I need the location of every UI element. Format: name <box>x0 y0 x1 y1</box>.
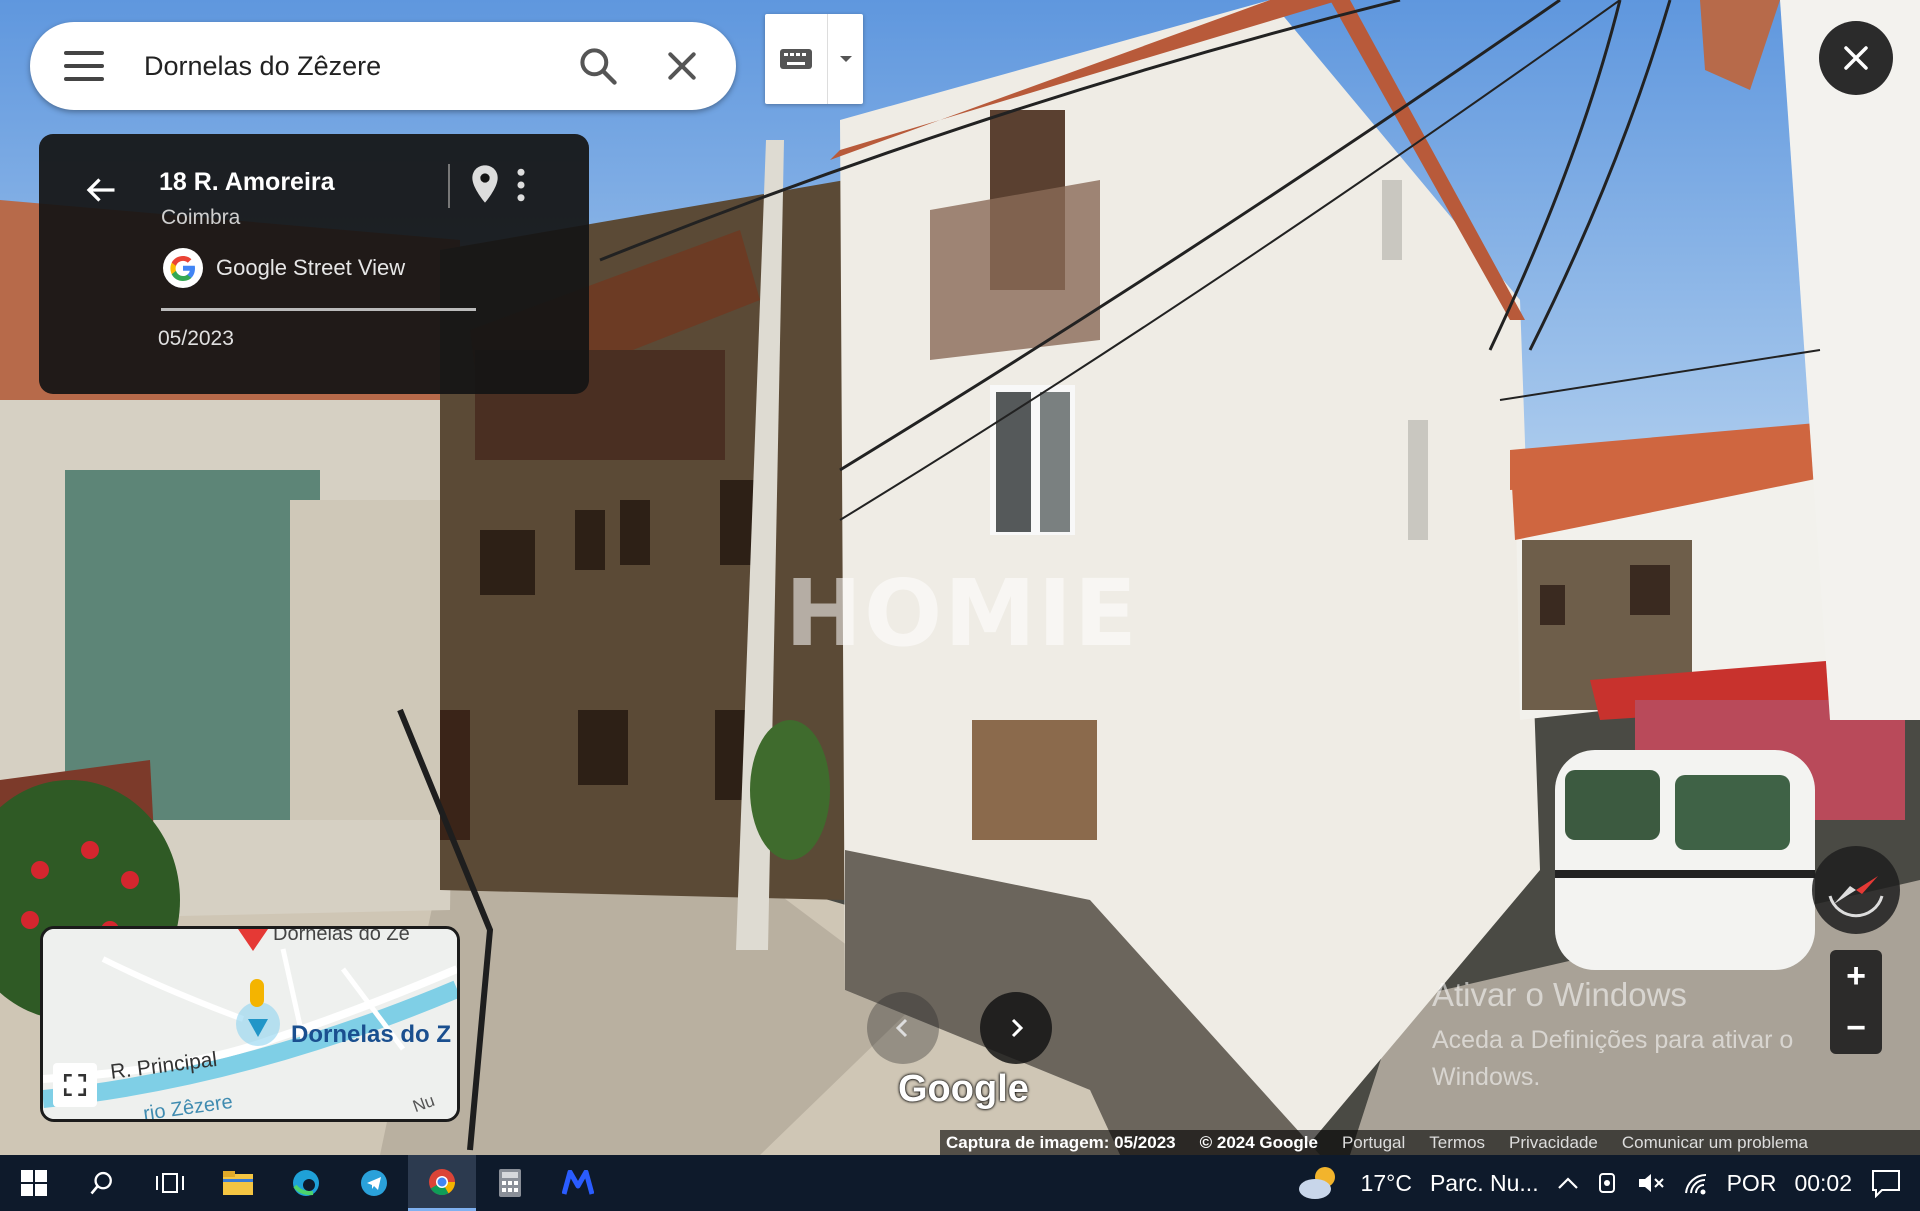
google-g-icon <box>163 248 203 288</box>
previous-arrow-button[interactable] <box>867 992 939 1064</box>
windows-taskbar: 17°C Parc. Nu... POR 00:02 <box>0 1155 1920 1211</box>
location-info-card: 18 R. Amoreira Coimbra Google Street Vie… <box>39 134 589 394</box>
chrome-button[interactable] <box>408 1155 476 1211</box>
mini-map[interactable]: Dornelas do Ze Dornelas do Z R. Principa… <box>40 926 460 1122</box>
wifi-icon[interactable] <box>1683 1171 1709 1195</box>
search-box: Dornelas do Zêzere <box>30 22 736 110</box>
capture-info: Captura de imagem: 05/2023 <box>946 1133 1176 1152</box>
input-tools-toggle <box>765 14 863 104</box>
privacy-link[interactable]: Privacidade <box>1509 1133 1598 1153</box>
m-app-icon <box>562 1170 594 1195</box>
terms-link[interactable]: Termos <box>1429 1133 1485 1153</box>
notifications-icon[interactable] <box>1870 1168 1902 1198</box>
capture-date[interactable]: 05/2023 <box>158 327 234 351</box>
fullscreen-icon <box>63 1073 87 1097</box>
close-street-view-button[interactable] <box>1819 21 1893 95</box>
search-input[interactable]: Dornelas do Zêzere <box>144 51 576 82</box>
keyboard-language[interactable]: POR <box>1727 1170 1777 1197</box>
chevron-down-icon[interactable] <box>828 14 863 104</box>
street-view-source-link[interactable]: Google Street View <box>216 255 405 281</box>
divider <box>448 164 450 208</box>
source-underline <box>161 308 476 311</box>
clock-time[interactable]: 00:02 <box>1794 1170 1852 1197</box>
mini-map-town-label: Dornelas do Z <box>291 1021 452 1048</box>
country-link[interactable]: Portugal <box>1342 1133 1405 1153</box>
taskbar-search-button[interactable] <box>68 1155 136 1211</box>
calculator-icon <box>499 1169 521 1197</box>
edge-browser-button[interactable] <box>272 1155 340 1211</box>
address-city: Coimbra <box>161 206 241 229</box>
windows-logo-icon <box>21 1170 47 1196</box>
weather-temperature[interactable]: 17°C <box>1361 1170 1412 1197</box>
street-view-footer: Captura de imagem: 05/2023 © 2024 Google… <box>940 1130 1920 1156</box>
app-m-button[interactable] <box>544 1155 612 1211</box>
expand-map-button[interactable] <box>53 1063 97 1107</box>
weather-description[interactable]: Parc. Nu... <box>1430 1170 1539 1197</box>
weather-partly-cloudy-icon[interactable] <box>1295 1163 1343 1203</box>
start-button[interactable] <box>0 1155 68 1211</box>
search-icon <box>90 1171 112 1195</box>
chevron-up-icon[interactable] <box>1557 1175 1579 1191</box>
map-pin-icon[interactable] <box>469 164 501 204</box>
mini-map-label-top: Dornelas do Ze <box>273 926 410 945</box>
compass-icon <box>1828 876 1884 918</box>
folder-icon <box>223 1171 253 1195</box>
compass-button[interactable] <box>1812 846 1900 934</box>
file-explorer-button[interactable] <box>204 1155 272 1211</box>
address-title[interactable]: 18 R. Amoreira <box>159 168 335 197</box>
telegram-icon <box>361 1170 387 1196</box>
clear-search-icon[interactable] <box>662 46 702 86</box>
menu-icon[interactable] <box>64 51 104 81</box>
back-arrow-icon[interactable] <box>81 172 121 208</box>
next-arrow-button[interactable] <box>980 992 1052 1064</box>
copyright: © 2024 Google <box>1199 1133 1318 1152</box>
google-logo: Google <box>898 1068 1029 1110</box>
close-icon <box>1844 46 1868 70</box>
more-options-icon[interactable] <box>515 168 527 202</box>
system-tray: 17°C Parc. Nu... POR 00:02 <box>1295 1155 1920 1211</box>
meet-now-icon[interactable] <box>1597 1170 1619 1196</box>
telegram-button[interactable] <box>340 1155 408 1211</box>
homie-watermark: HOMIE <box>785 560 1139 667</box>
search-icon[interactable] <box>576 44 620 88</box>
chevron-right-icon <box>1011 1018 1024 1038</box>
edge-icon <box>293 1170 319 1196</box>
calculator-button[interactable] <box>476 1155 544 1211</box>
report-problem-link[interactable]: Comunicar um problema <box>1622 1133 1808 1153</box>
chevron-left-icon <box>895 1018 908 1038</box>
task-view-button[interactable] <box>136 1155 204 1211</box>
task-view-icon <box>156 1173 184 1193</box>
activation-subtitle: Aceda a Definições para ativar o Windows… <box>1432 1026 1794 1091</box>
keyboard-icon[interactable] <box>765 14 828 104</box>
windows-activation-notice: Ativar o Windows Aceda a Definições para… <box>1432 976 1862 1096</box>
volume-muted-icon[interactable] <box>1637 1171 1665 1195</box>
chrome-icon <box>429 1168 456 1195</box>
activation-title: Ativar o Windows <box>1432 976 1687 1013</box>
